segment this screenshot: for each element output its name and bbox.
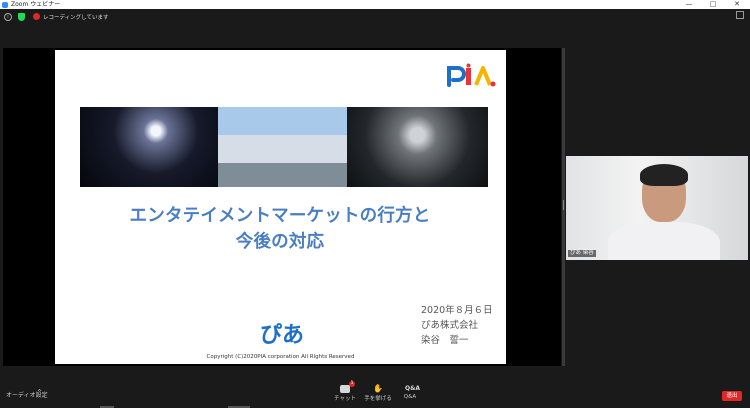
chat-button[interactable]: 1 チャット — [330, 381, 360, 405]
chat-label: チャット — [334, 396, 356, 402]
audio-caret-icon[interactable]: ^ — [37, 389, 42, 396]
raise-hand-button[interactable]: ✋ 手を挙げる — [363, 385, 393, 405]
chat-badge: 1 — [349, 381, 355, 387]
participant-name-tag: ぴあ 染谷 — [568, 250, 596, 257]
raise-hand-label: 手を挙げる — [364, 396, 392, 402]
slide-company: ぴあ株式会社 — [421, 320, 479, 331]
window-title: Zoom ウェビナー — [11, 1, 61, 8]
venue-exterior-photo — [218, 107, 347, 187]
concert-hall-photo — [80, 107, 218, 187]
minimize-button[interactable]: — — [677, 0, 701, 9]
meeting-controls: オーディオ設定 ^ 1 チャット ✋ 手を挙げる Q&A Q&A — [0, 381, 750, 408]
info-icon[interactable]: i — [4, 12, 12, 21]
meeting-topbar: i レコーディングしています — [0, 9, 750, 24]
slide-presenter: 染谷 誓一 — [421, 335, 469, 346]
resize-grip-icon[interactable] — [563, 200, 564, 210]
window-titlebar: Zoom ウェビナー — □ ✕ — [0, 0, 750, 9]
slide-copyright: Copyright (C)2020PIA corporation All Rig… — [206, 354, 355, 360]
maximize-button[interactable]: □ — [701, 0, 725, 9]
recording-status: レコーディングしています — [43, 14, 109, 21]
slide-date: 2020年８月６日 — [421, 305, 493, 316]
slide-title-line1: エンタテイメントマーケットの行方と — [129, 206, 431, 226]
pia-logo — [447, 63, 496, 87]
recording-icon — [33, 13, 40, 20]
participant-hair — [640, 164, 688, 186]
qa-button[interactable]: Q&A Q&A — [395, 385, 425, 405]
chat-icon: 1 — [340, 381, 355, 393]
participant-body — [608, 222, 720, 260]
leave-button[interactable]: 退出 — [722, 391, 742, 401]
view-options-icon[interactable] — [736, 11, 744, 19]
svg-text:ぴあ: ぴあ — [260, 323, 304, 348]
qa-icon: Q&A — [405, 385, 420, 392]
raise-hand-icon: ✋ — [373, 384, 383, 393]
zoom-app-icon — [2, 1, 8, 8]
participant-video[interactable]: ぴあ 染谷 — [566, 156, 748, 260]
slide-title-line2: 今後の対応 — [235, 232, 325, 252]
stage-photo — [347, 107, 488, 187]
close-button[interactable]: ✕ — [725, 0, 749, 9]
qa-label: Q&A — [403, 394, 417, 400]
presentation-slide: エンタテイメントマーケットの行方と 今後の対応 2020年８月６日 ぴあ株式会社… — [55, 50, 506, 364]
shield-icon[interactable] — [18, 12, 25, 21]
pia-hiragana-logo: ぴあ — [260, 323, 304, 348]
